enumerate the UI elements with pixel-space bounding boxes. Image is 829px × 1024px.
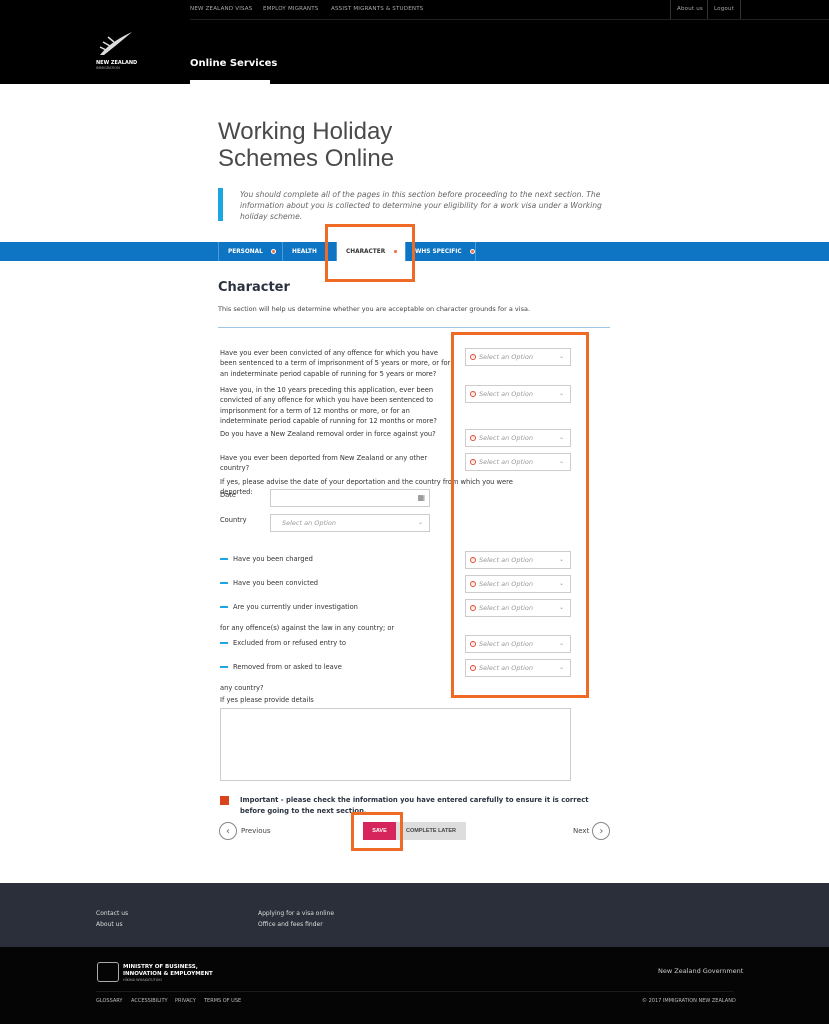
highlight-box-selects <box>451 332 589 698</box>
next-button[interactable]: Next › <box>573 822 611 840</box>
error-icon <box>469 249 475 254</box>
online-services-title[interactable]: Online Services <box>190 58 277 69</box>
divider <box>96 991 733 992</box>
question-removed: Removed from or asked to leave <box>220 662 452 672</box>
important-notice: Important - please check the information… <box>240 796 589 815</box>
question-removal-order: Do you have a New Zealand removal order … <box>220 430 436 438</box>
nav-employ-migrants[interactable]: EMPLOY MIGRANTS <box>263 6 319 12</box>
details-textarea[interactable] <box>220 708 571 781</box>
nav-assist-migrants[interactable]: ASSIST MIGRANTS & STUDENTS <box>331 6 423 12</box>
dash-icon <box>220 558 228 560</box>
info-accent-bar <box>218 188 223 221</box>
question-imprisonment-5y: Have you ever been convicted of any offe… <box>220 349 451 378</box>
nz-government-logo[interactable]: New Zealand Government <box>658 967 743 975</box>
highlight-box-save <box>351 812 403 851</box>
footer-office-finder[interactable]: Office and fees finder <box>258 921 323 928</box>
divider <box>740 0 741 19</box>
complete-later-button[interactable]: COMPLETE LATER <box>396 822 466 840</box>
logout-link[interactable]: Logout <box>714 6 734 12</box>
question-investigation: Are you currently under investigation <box>220 602 452 612</box>
footer-privacy[interactable]: PRIVACY <box>175 998 196 1004</box>
section-description: This section will help us determine whet… <box>218 305 531 313</box>
question-excluded: Excluded from or refused entry to <box>220 638 452 648</box>
silver-fern-icon <box>99 32 132 55</box>
question-charged: Have you been charged <box>220 554 452 564</box>
section-heading: Character <box>218 280 290 295</box>
divider <box>707 0 708 19</box>
tab-whs-specific[interactable]: WHS SPECIFIC <box>405 242 476 261</box>
about-us-link[interactable]: About us <box>677 6 703 12</box>
footer-terms[interactable]: TERMS OF USE <box>204 998 241 1004</box>
dash-icon <box>220 642 228 644</box>
dash-icon <box>220 582 228 584</box>
question-convicted: Have you been convicted <box>220 578 452 588</box>
footer-about-us[interactable]: About us <box>96 921 123 928</box>
footer-bottom <box>0 947 829 1024</box>
chevron-down-icon: ⌄ <box>417 519 423 526</box>
copyright: © 2017 IMMIGRATION NEW ZEALAND <box>642 998 736 1004</box>
previous-button[interactable]: ‹ Previous <box>219 822 271 840</box>
page-title: Working Holiday Schemes Online <box>218 118 395 172</box>
dash-icon <box>220 606 228 608</box>
footer-applying-online[interactable]: Applying for a visa online <box>258 910 334 917</box>
nz-immigration-logo[interactable]: NEW ZEALAND IMMIGRATION <box>96 30 137 70</box>
calendar-icon[interactable]: ▦ <box>417 493 425 502</box>
divider <box>670 0 671 19</box>
question-imprisonment-12m: Have you, in the 10 years preceding this… <box>220 386 437 425</box>
chevron-right-icon: › <box>592 822 611 840</box>
for-any-offence-text: for any offence(s) against the law in an… <box>220 624 395 632</box>
date-input[interactable]: ▦ <box>270 489 430 507</box>
flag-icon <box>220 796 229 805</box>
any-country-text: any country? <box>220 684 264 692</box>
dash-icon <box>220 666 228 668</box>
coat-of-arms-icon <box>97 962 119 982</box>
divider <box>190 19 829 20</box>
error-icon <box>270 249 276 254</box>
divider <box>218 327 610 328</box>
footer-accessibility[interactable]: ACCESSIBILITY <box>131 998 168 1004</box>
info-text: You should complete all of the pages in … <box>240 190 602 221</box>
tab-personal[interactable]: PERSONAL <box>218 242 282 261</box>
footer-glossary[interactable]: GLOSSARY <box>96 998 123 1004</box>
highlight-box-tab <box>325 224 415 282</box>
details-label: If yes please provide details <box>220 696 314 704</box>
chevron-left-icon: ‹ <box>219 822 237 840</box>
active-indicator <box>190 80 270 84</box>
question-deported: Have you ever been deported from New Zea… <box>220 454 428 473</box>
footer-contact-us[interactable]: Contact us <box>96 910 128 917</box>
nav-nz-visas[interactable]: NEW ZEALAND VISAS <box>190 6 252 12</box>
country-select[interactable]: Select an Option ⌄ <box>270 514 430 532</box>
mbie-logo[interactable]: MINISTRY OF BUSINESS, INNOVATION & EMPLOY… <box>123 964 213 984</box>
logo-subtext: IMMIGRATION <box>96 66 120 70</box>
